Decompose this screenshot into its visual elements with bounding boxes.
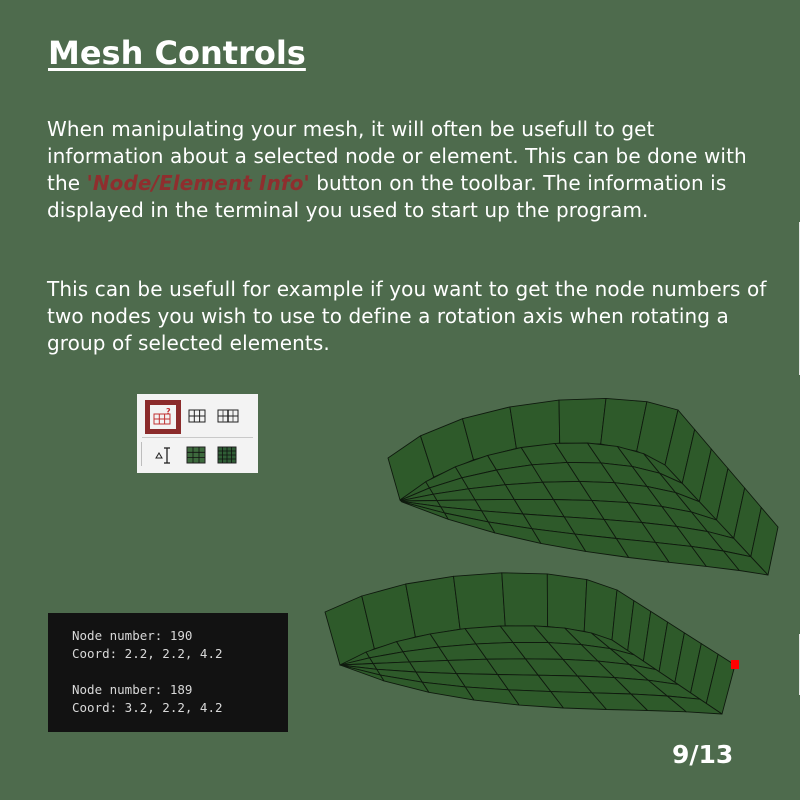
mesh-viewport (324, 397, 779, 715)
selected-node-marker (731, 660, 739, 669)
lower-mesh-part (324, 572, 736, 715)
page-number: 9/13 (672, 740, 734, 769)
upper-mesh-part (387, 397, 779, 576)
